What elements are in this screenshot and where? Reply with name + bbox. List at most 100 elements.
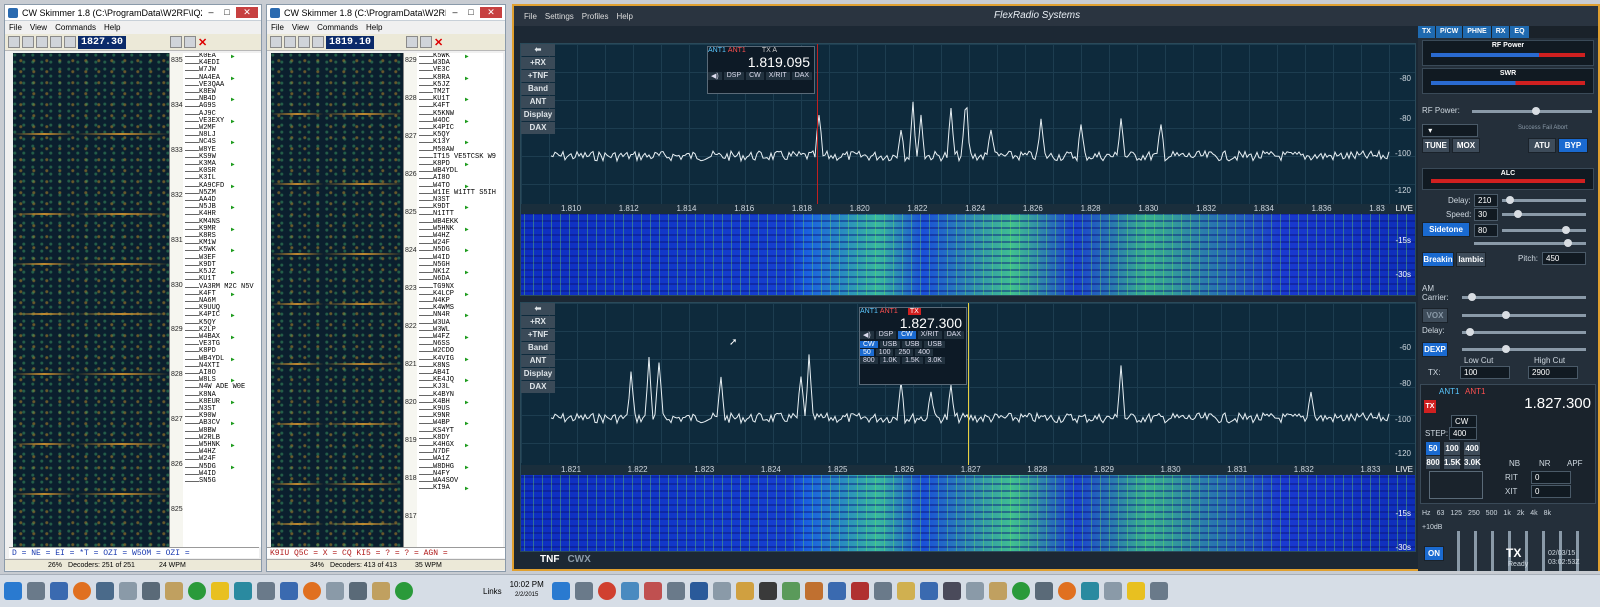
lightning-icon[interactable]	[1126, 582, 1145, 600]
callsign-spot[interactable]: K4BYN	[417, 391, 503, 399]
callsign-spot[interactable]: W4BAX	[183, 333, 261, 341]
callsign-spot[interactable]: N4KP	[417, 297, 503, 305]
callsign-spot[interactable]: W4HZ	[417, 232, 503, 240]
tx-label[interactable]: TX	[907, 308, 921, 315]
callsign-spot[interactable]: W8BW	[183, 427, 261, 435]
spot-icon[interactable]	[170, 36, 183, 48]
chrome-icon[interactable]	[597, 582, 616, 600]
speaker-icon[interactable]	[298, 36, 310, 48]
waterfall-icon[interactable]	[22, 36, 34, 48]
app-icon[interactable]	[349, 582, 367, 600]
sidetone-pan-slider[interactable]	[1474, 239, 1586, 247]
filter-1-5k[interactable]: 1.5K	[902, 357, 923, 364]
app-icon[interactable]	[919, 582, 938, 600]
callsign-spot[interactable]: K9DT	[183, 261, 261, 269]
menu-help[interactable]: Help	[104, 23, 120, 32]
callsign-spot[interactable]: W8DHG	[417, 463, 503, 471]
callsign-spot[interactable]: KU1T	[417, 96, 503, 104]
callsign-spot[interactable]: K5JZ	[183, 268, 261, 277]
tab-phne[interactable]: PHNE	[1463, 26, 1491, 38]
waterfall-icon[interactable]	[284, 36, 296, 48]
collapse-arrow-icon[interactable]: ⬅	[521, 303, 555, 315]
help-icon[interactable]	[188, 582, 206, 600]
vox-slider[interactable]	[1462, 311, 1586, 319]
menu-commands[interactable]: Commands	[317, 23, 358, 32]
app-icon[interactable]	[142, 582, 160, 600]
clear-icon[interactable]: ✕	[434, 36, 443, 49]
callsign-spot[interactable]: W4ID	[417, 254, 503, 262]
breakin-button[interactable]: Breakin	[1422, 252, 1454, 267]
app-icon[interactable]	[781, 582, 800, 600]
callsign-spot[interactable]: AA4D	[183, 196, 261, 204]
callsign-spot[interactable]: K5KNW	[417, 110, 503, 118]
callsign-spot[interactable]: KE4JQ	[417, 376, 503, 385]
filter-100[interactable]: 100	[1443, 441, 1461, 456]
high-cut-value[interactable]: 2900	[1528, 366, 1578, 379]
callsign-spot[interactable]: WB4YDL	[417, 168, 503, 175]
close-button[interactable]: ✕	[480, 7, 502, 18]
callsign-spot[interactable]: SN5G	[183, 477, 261, 485]
firefox-icon[interactable]	[303, 582, 321, 600]
band-button[interactable]: Band	[521, 83, 555, 95]
xit-label[interactable]: XIT	[1505, 487, 1517, 496]
callsign-spot[interactable]: W24F	[417, 240, 503, 247]
cw-skimmer-window-2[interactable]: CW Skimmer 1.8 (C:\ProgramData\W2RF\IQ..…	[266, 4, 506, 572]
callsign-spot[interactable]: K9DT	[417, 204, 503, 212]
callsign-list[interactable]: K5WKW3DAVE3CK8RAK5JZTM2TKU1TK4FTK5KNWW4O…	[417, 53, 503, 547]
dexp-slider[interactable]	[1462, 345, 1586, 353]
smartsdr-window[interactable]: File Settings Profiles Help FlexRadio Syste…	[512, 4, 1600, 571]
atu-memory-select[interactable]: ▾	[1422, 124, 1478, 137]
firefox-icon[interactable]	[73, 582, 91, 600]
ant2-label[interactable]: ANT1	[880, 308, 898, 315]
callsign-spot[interactable]: KS4YT	[417, 427, 503, 435]
mode-select[interactable]: CW	[860, 341, 878, 348]
eq-band-slider[interactable]	[1542, 531, 1545, 571]
callsign-spot[interactable]: VE3C	[417, 67, 503, 74]
callsign-spot[interactable]: KA9CFD	[183, 182, 261, 190]
app-icon[interactable]	[234, 582, 252, 600]
tab-rx[interactable]: RX	[1491, 26, 1510, 38]
callsign-spot[interactable]: AB4I	[417, 369, 503, 377]
callsign-spot[interactable]: N3ST	[183, 405, 261, 413]
start-icon[interactable]	[8, 36, 20, 48]
add-rx-button[interactable]: +RX	[521, 57, 555, 69]
tab-eq[interactable]: EQ	[1510, 26, 1529, 38]
callsign-spot[interactable]: K4LCP	[417, 290, 503, 298]
slice-flag-a[interactable]: ANT1 ANT1 TX A 1.819.095 ◀) DSP CW X/RIT DAX	[707, 46, 815, 94]
speed-value[interactable]: 30	[1474, 208, 1498, 221]
filter-400[interactable]: 400	[915, 349, 933, 356]
firefox-icon[interactable]	[1057, 582, 1076, 600]
dax-tab[interactable]: DAX	[943, 331, 965, 339]
callsign-spot[interactable]: N7DF	[417, 448, 503, 456]
app-icon[interactable]	[965, 582, 984, 600]
menu-file[interactable]: File	[524, 12, 537, 21]
callsign-spot[interactable]: N1ITT	[417, 211, 503, 218]
cw-tab[interactable]: CW	[898, 331, 916, 339]
callsign-spot[interactable]: TM2T	[417, 88, 503, 96]
filter-1k[interactable]: 1.0K	[879, 357, 901, 364]
callsign-spot[interactable]: K5JZ	[417, 81, 503, 89]
callsign-spot[interactable]: N6SS	[417, 340, 503, 348]
slice-frequency[interactable]: 1.827.300	[860, 315, 966, 331]
callsign-spot[interactable]: VA3RM M2C N5V	[183, 283, 261, 291]
callsign-spot[interactable]: KI9A	[417, 484, 503, 493]
callsign-spot[interactable]: W4FZ	[417, 333, 503, 341]
nr-label[interactable]: NR	[1539, 459, 1551, 468]
pitch-value[interactable]: 450	[1542, 252, 1586, 265]
spot-icon[interactable]	[406, 36, 419, 48]
cw-skimmer-window-1[interactable]: CW Skimmer 1.8 (C:\ProgramData\W2RF\IQ2.…	[4, 4, 262, 572]
callsign-spot[interactable]: N5JB	[183, 204, 261, 212]
dsp-tab[interactable]: DSP	[875, 331, 897, 339]
callsign-list[interactable]: K0EAK4EDIW7JWNA4EAVE3QAAK8EWNB4DAG9SAJ9C…	[183, 53, 261, 547]
filter-1-5k[interactable]: 1.5K	[1443, 455, 1461, 470]
app-icon[interactable]	[942, 582, 961, 600]
cw-tab[interactable]: CW	[746, 72, 764, 80]
callsign-spot[interactable]: W2MF	[183, 124, 261, 132]
app-icon[interactable]	[574, 582, 593, 600]
eq-band-slider[interactable]	[1457, 531, 1460, 571]
cwx-button[interactable]: CWX	[567, 554, 590, 565]
rf-power-slider[interactable]	[1472, 107, 1592, 115]
callsign-spot[interactable]: AI8O	[183, 369, 261, 377]
display-button[interactable]: Display	[521, 368, 555, 380]
filter-800[interactable]: 800	[860, 357, 878, 364]
